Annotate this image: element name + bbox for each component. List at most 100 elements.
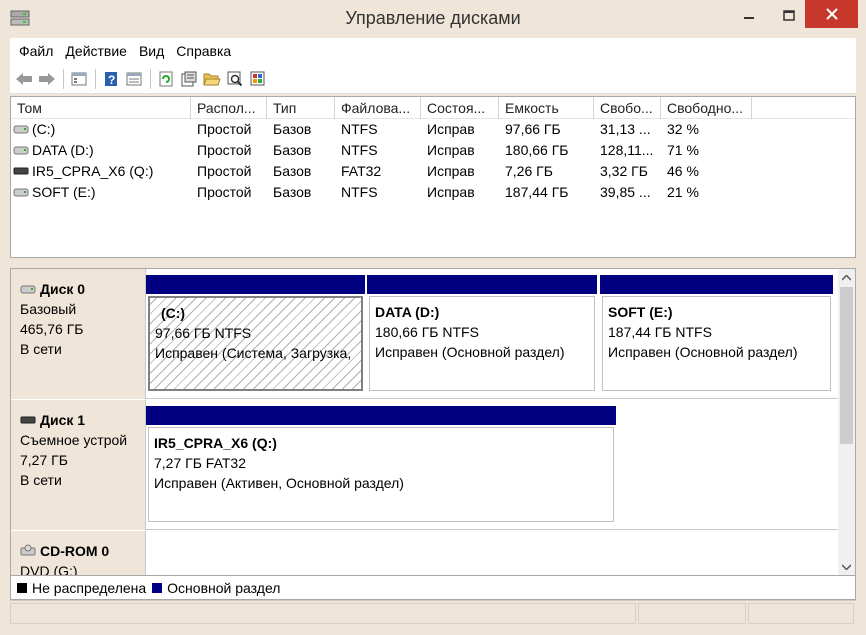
menu-file[interactable]: Файл [13, 43, 59, 59]
disk-0-partitions: (C:) 97,66 ГБ NTFS Исправен (Система, За… [146, 269, 838, 399]
partition-status: Исправен (Основной раздел) [375, 344, 565, 360]
volume-status: Исправ [427, 142, 475, 158]
partition-status: Исправен (Активен, Основной раздел) [154, 475, 404, 491]
volume-capacity: 97,66 ГБ [505, 121, 561, 137]
refresh-icon[interactable] [155, 68, 177, 90]
volume-filesystem: FAT32 [341, 163, 382, 179]
cdrom-0-label[interactable]: CD-ROM 0 DVD (G:) [11, 531, 146, 575]
volume-filesystem: NTFS [341, 184, 378, 200]
volume-free-percent: 32 % [667, 121, 699, 137]
volume-free-space: 31,13 ... [600, 121, 651, 137]
hard-disk-icon [20, 279, 40, 299]
column-header-filesystem[interactable]: Файлова... [335, 97, 421, 119]
minimize-button[interactable] [727, 0, 771, 30]
volume-row[interactable]: IR5_CPRA_X6 (Q:) Простой Базов FAT32 Исп… [11, 161, 855, 182]
drive-icon [13, 140, 32, 161]
volume-type: Базов [273, 163, 312, 179]
partition-bar [600, 275, 833, 294]
volume-capacity: 7,26 ГБ [505, 163, 553, 179]
volume-row[interactable]: SOFT (E:) Простой Базов NTFS Исправ 187,… [11, 182, 855, 203]
menu-view[interactable]: Вид [133, 43, 170, 59]
partition-size: 187,44 ГБ NTFS [608, 324, 712, 340]
partition-size: 97,66 ГБ NTFS [155, 325, 252, 341]
help-icon[interactable]: ? [100, 68, 122, 90]
column-header-status[interactable]: Состоя... [421, 97, 499, 119]
status-pane-right [748, 603, 854, 624]
partition-bar [367, 275, 597, 294]
column-header-layout[interactable]: Распол... [191, 97, 267, 119]
volume-row[interactable]: (C:) Простой Базов NTFS Исправ 97,66 ГБ … [11, 119, 855, 140]
menu-bar: Файл Действие Вид Справка [10, 38, 856, 64]
column-header-type[interactable]: Тип [267, 97, 335, 119]
volume-free-space: 3,32 ГБ [600, 163, 648, 179]
column-header-free-space[interactable]: Свобо... [594, 97, 661, 119]
partition-title: DATA (D:) [375, 304, 440, 320]
menu-action[interactable]: Действие [59, 43, 133, 59]
disk-name: Диск 0 [40, 281, 86, 297]
column-header-volume[interactable]: Том [11, 97, 191, 119]
volume-name: SOFT (E:) [32, 184, 96, 200]
partition-d[interactable]: DATA (D:) 180,66 ГБ NTFS Исправен (Основ… [367, 275, 597, 393]
pane-splitter[interactable] [0, 258, 866, 268]
legend: Не распределена Основной раздел [10, 576, 856, 600]
forward-icon[interactable] [36, 68, 58, 90]
partition-status: Исправен (Система, Загрузка, [155, 345, 352, 361]
disk-0-label[interactable]: Диск 0 Базовый 465,76 ГБ В сети [11, 269, 146, 399]
legend-swatch [17, 582, 27, 593]
volume-status: Исправ [427, 121, 475, 137]
volume-status: Исправ [427, 184, 475, 200]
volume-filesystem: NTFS [341, 121, 378, 137]
volume-free-space: 39,85 ... [600, 184, 651, 200]
disk-state: В сети [20, 472, 62, 488]
maximize-button[interactable] [771, 0, 807, 30]
removable-disk-icon [20, 410, 40, 430]
cd-drive-icon [20, 541, 40, 561]
volume-free-percent: 71 % [667, 142, 699, 158]
menu-help[interactable]: Справка [170, 43, 237, 59]
scroll-down-icon[interactable] [838, 558, 855, 575]
scroll-thumb[interactable] [840, 287, 853, 444]
title-bar: Управление дисками [0, 0, 866, 38]
list-view-icon[interactable] [123, 68, 145, 90]
settings-icon[interactable] [247, 68, 269, 90]
explore-icon[interactable] [224, 68, 246, 90]
partition-c[interactable]: (C:) 97,66 ГБ NTFS Исправен (Система, За… [146, 275, 365, 393]
disk-1-label[interactable]: Диск 1 Съемное устрой 7,27 ГБ В сети [11, 400, 146, 530]
legend-label: Не распределена [32, 579, 147, 596]
disk-type: Съемное устрой [20, 432, 128, 448]
partition-bar [146, 275, 365, 294]
rescan-icon[interactable] [178, 68, 200, 90]
partition-size: 180,66 ГБ NTFS [375, 324, 479, 340]
volume-row[interactable]: DATA (D:) Простой Базов NTFS Исправ 180,… [11, 140, 855, 161]
volume-free-percent: 21 % [667, 184, 699, 200]
column-header-capacity[interactable]: Емкость [499, 97, 594, 119]
disk-map-scrollbar[interactable] [838, 269, 855, 575]
partition-q[interactable]: IR5_CPRA_X6 (Q:) 7,27 ГБ FAT32 Исправен … [146, 406, 616, 524]
volume-name: IR5_CPRA_X6 (Q:) [32, 163, 154, 179]
partition-size: 7,27 ГБ FAT32 [154, 455, 246, 471]
disk-1-partitions: IR5_CPRA_X6 (Q:) 7,27 ГБ FAT32 Исправен … [146, 400, 838, 530]
volume-layout: Простой [197, 142, 252, 158]
volume-type: Базов [273, 184, 312, 200]
volume-list: Том Распол... Тип Файлова... Состоя... Е… [10, 96, 856, 258]
toolbar: ? [10, 64, 856, 94]
back-icon[interactable] [13, 68, 35, 90]
toolbar-separator [63, 68, 64, 89]
partition-status: Исправен (Основной раздел) [608, 344, 798, 360]
svg-text:?: ? [108, 73, 115, 87]
partition-title: (C:) [161, 305, 186, 321]
scroll-up-icon[interactable] [838, 269, 855, 286]
volume-capacity: 187,44 ГБ [505, 184, 569, 200]
disk-map: Диск 0 Базовый 465,76 ГБ В сети (C:) 97,… [10, 268, 856, 576]
partition-e[interactable]: SOFT (E:) 187,44 ГБ NTFS Исправен (Основ… [600, 275, 833, 393]
volume-name: (C:) [32, 121, 56, 137]
open-folder-icon[interactable] [201, 68, 223, 90]
column-header-free-percent[interactable]: Свободно... [661, 97, 752, 119]
properties-icon[interactable] [68, 68, 90, 90]
close-button[interactable] [805, 0, 858, 28]
volume-filesystem: NTFS [341, 142, 378, 158]
volume-type: Базов [273, 121, 312, 137]
removable-drive-icon [13, 161, 32, 182]
volume-type: Базов [273, 142, 312, 158]
partition-bar [146, 406, 616, 425]
